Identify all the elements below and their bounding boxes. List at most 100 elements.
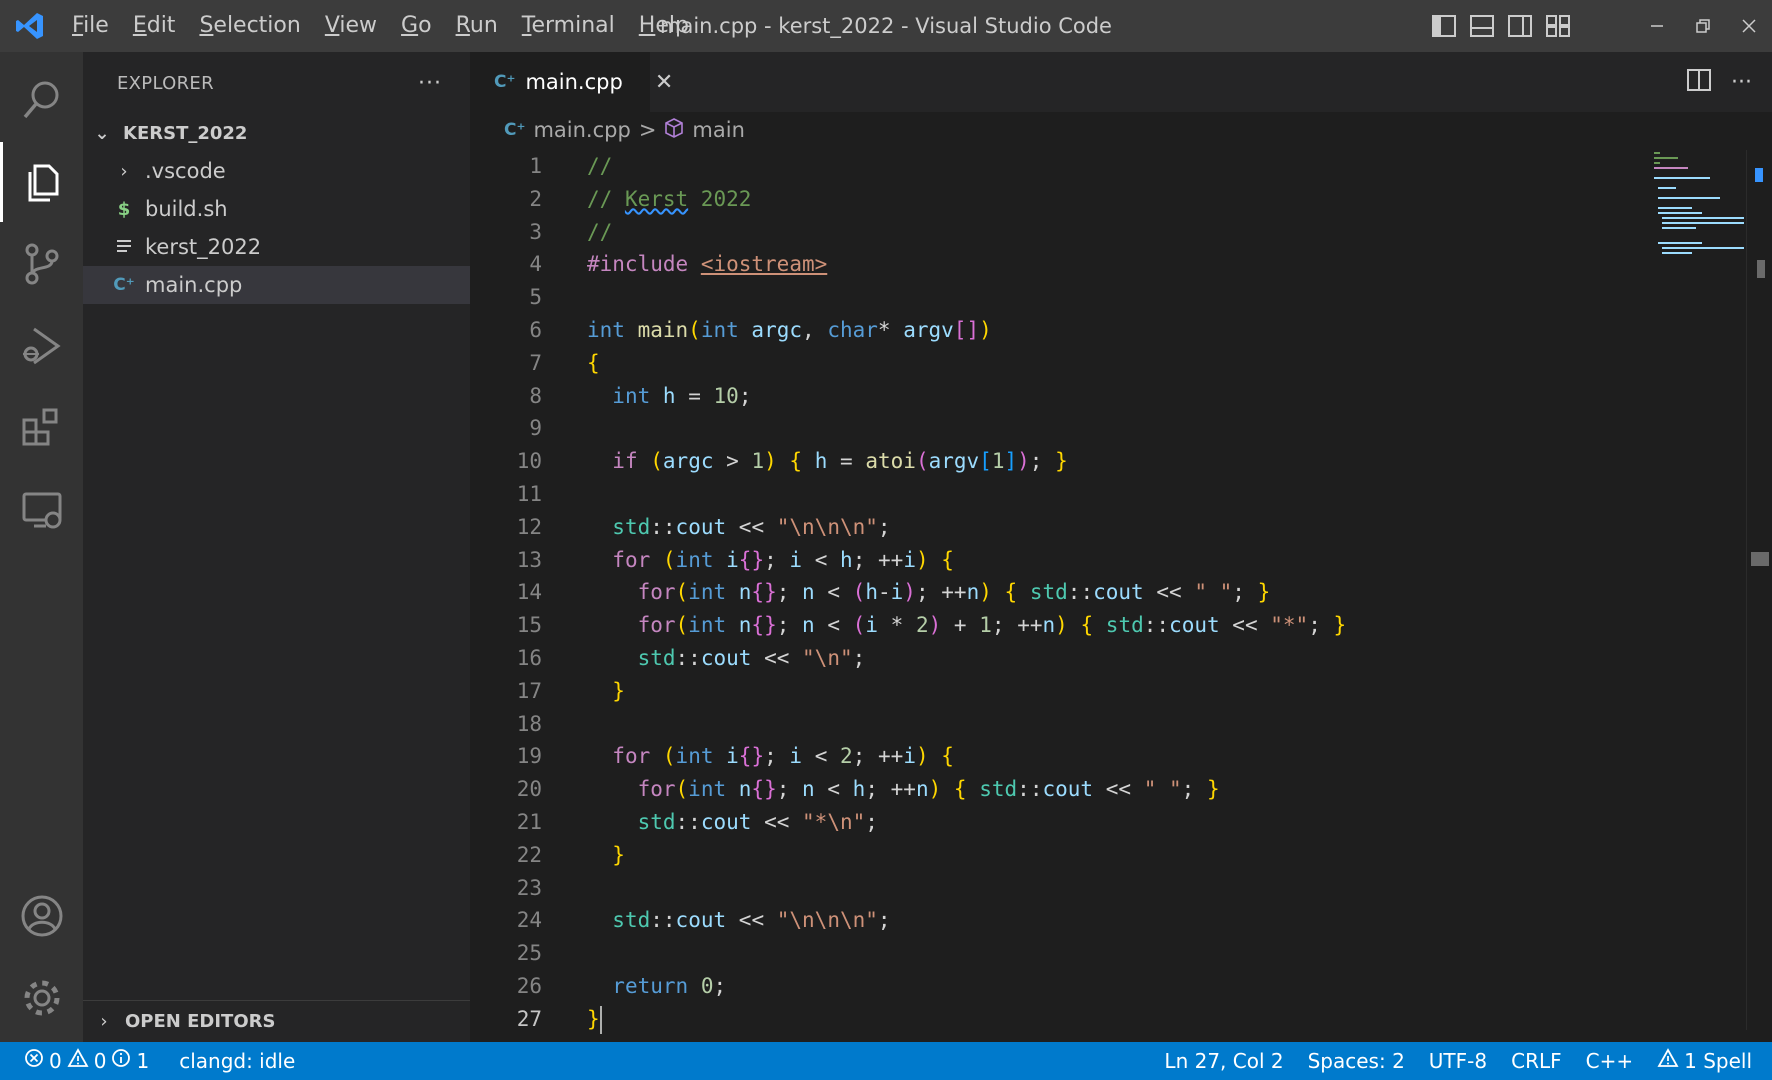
code-text: std::cout << "*\n"; [637,809,878,834]
code-line: 5 [470,281,1660,314]
language-mode[interactable]: C++ [1574,1042,1645,1080]
code-line: 25 [470,937,1660,970]
open-editors-label: OPEN EDITORS [125,1011,276,1032]
toggle-secondary-sidebar-icon[interactable] [1506,12,1534,40]
menu-run[interactable]: Run [444,0,510,52]
end-of-line[interactable]: CRLF [1499,1042,1574,1080]
line-number: 16 [516,645,542,670]
explorer-icon[interactable] [0,142,83,222]
code-line: 16 std::cout << "\n"; [470,642,1660,675]
extensions-icon[interactable] [0,388,83,468]
info-count: 1 [136,1049,150,1073]
line-number: 5 [529,285,542,310]
code-text: #include <iostream> [587,252,828,277]
code-text: } [612,678,625,703]
sidebar-header: EXPLORER ··· [83,52,470,114]
line-number: 27 [516,1006,542,1031]
code-line: 3 // [470,216,1660,249]
breadcrumb-separator: > [638,118,657,142]
tree-item-main-cpp[interactable]: C⁺ main.cpp [83,266,470,304]
tab-label: main.cpp [525,70,623,94]
dollar-icon: $ [117,198,131,220]
code-line: 22 } [470,839,1660,872]
tree-item-label: kerst_2022 [145,235,262,259]
code-text: // Kerst 2022 [587,186,752,211]
chevron-down-icon: ⌄ [94,122,110,144]
menu-file[interactable]: File [60,0,121,52]
editor-scrollbar[interactable] [1746,150,1772,1030]
line-number: 11 [516,481,542,506]
tree-item-kerst-2022[interactable]: kerst_2022 [83,228,470,266]
toggle-primary-sidebar-icon[interactable] [1430,12,1458,40]
menu-selection[interactable]: Selection [187,0,312,52]
menu-view[interactable]: View [313,0,389,52]
close-window-icon[interactable] [1726,0,1772,52]
more-actions-icon[interactable]: ··· [418,71,442,96]
error-count: 0 [49,1049,62,1073]
minimize-icon[interactable] [1634,0,1680,52]
code-line: 12 std::cout << "\n\n\n"; [470,511,1660,544]
close-tab-icon[interactable]: ✕ [655,70,673,95]
code-line: 6 int main(int argc, char* argv[]) [470,314,1660,347]
code-line: 11 [470,478,1660,511]
code-text: for(int n{}; n < (h-i); ++n) { std::cout… [637,580,1271,605]
minimap[interactable] [1654,150,1762,270]
line-number: 10 [516,449,542,474]
code-line: 4 #include <iostream> [470,248,1660,281]
split-editor-icon[interactable] [1687,69,1712,95]
code-text: return 0; [612,973,727,998]
line-number: 8 [529,383,542,408]
status-bar-right: Ln 27, Col 2 Spaces: 2 UTF-8 CRLF C++ 1 … [1152,1042,1772,1080]
menu-go[interactable]: Go [389,0,444,52]
search-icon[interactable] [0,60,83,140]
code-text: // [587,219,613,244]
cpp-icon: C⁺ [113,275,135,295]
run-debug-icon[interactable] [0,306,83,386]
tab-bar: C⁺ main.cpp ✕ ··· [470,52,1772,112]
accounts-icon[interactable] [0,876,83,956]
line-number: 6 [529,317,542,342]
code-text: if (argc > 1) { h = atoi(argv[1]); } [612,449,1068,474]
line-number: 26 [516,973,542,998]
source-control-icon[interactable] [0,224,83,304]
editor-more-actions-icon[interactable]: ··· [1731,70,1752,95]
tree-item-build-sh[interactable]: $ build.sh [83,190,470,228]
clangd-status[interactable]: clangd: idle [161,1042,307,1080]
window-controls [1634,0,1772,52]
line-number: 22 [516,842,542,867]
code-editor[interactable]: 1 // 2 // Kerst 2022 3 // 4 #include <iostream>… [470,150,1660,1042]
line-number: 24 [516,908,542,933]
code-line: 27} [470,1003,1660,1036]
line-number: 21 [516,809,542,834]
open-editors-section[interactable]: › OPEN EDITORS [83,1000,470,1042]
line-number: 25 [516,941,542,966]
cursor-position[interactable]: Ln 27, Col 2 [1152,1042,1295,1080]
breadcrumb-file[interactable]: main.cpp [533,118,630,142]
code-line: 9 [470,412,1660,445]
restore-icon[interactable] [1680,0,1726,52]
layout-controls [1430,0,1572,52]
tree-item-label: build.sh [145,197,228,221]
settings-gear-icon[interactable] [0,958,83,1038]
workspace-root[interactable]: ⌄ KERST_2022 [83,114,470,152]
encoding[interactable]: UTF-8 [1417,1042,1499,1080]
problems-indicator[interactable]: 0 0 1 [0,1042,161,1080]
indentation[interactable]: Spaces: 2 [1296,1042,1417,1080]
code-line: 7{ [470,347,1660,380]
code-line: 14 for(int n{}; n < (h-i); ++n) { std::c… [470,576,1660,609]
code-line: 15 for(int n{}; n < (i * 2) + 1; ++n) { … [470,609,1660,642]
vscode-logo-icon [0,0,60,52]
menu-edit[interactable]: Edit [121,0,188,52]
menu-terminal[interactable]: Terminal [510,0,627,52]
menu-help[interactable]: Help [627,0,701,52]
code-line: 13 for (int i{}; i < h; ++i) { [470,544,1660,577]
code-text: // [587,154,613,178]
tree-item-vscode[interactable]: › .vscode [83,152,470,190]
remote-explorer-icon[interactable] [0,470,83,550]
customize-layout-icon[interactable] [1544,12,1572,40]
spell-check-status[interactable]: 1 Spell [1645,1042,1772,1080]
breadcrumb-symbol[interactable]: main [692,118,744,142]
tab-main-cpp[interactable]: C⁺ main.cpp ✕ [470,52,673,112]
info-icon [111,1042,131,1080]
toggle-panel-icon[interactable] [1468,12,1496,40]
